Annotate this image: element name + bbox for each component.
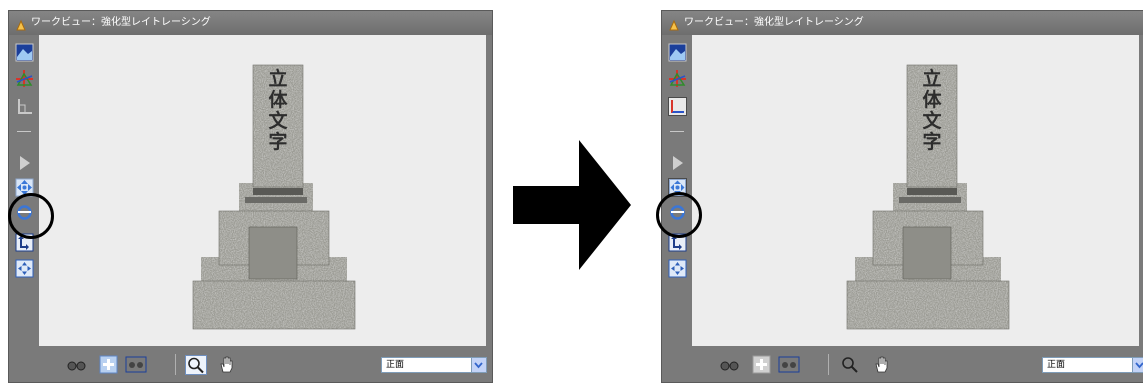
corner-axis-icon[interactable] <box>15 97 34 116</box>
line-icon[interactable] <box>17 131 31 132</box>
corner-axis-icon[interactable] <box>668 97 687 116</box>
work-view-window-after: ワークビュー：強化型レイトレーシング 立 体 文 字 正面 <box>661 10 1143 383</box>
inscription-char-3: 文 <box>922 110 942 132</box>
binocular-icon[interactable] <box>720 355 740 374</box>
hand-pan-icon[interactable] <box>872 355 891 374</box>
line-icon[interactable] <box>670 131 684 132</box>
binocular-icon[interactable] <box>67 355 87 374</box>
highlight-circle-after <box>656 192 702 238</box>
toolbar-divider <box>828 354 829 375</box>
view-bottom-bar: 正面 <box>39 346 492 382</box>
inscription-char-4: 字 <box>268 131 288 153</box>
window-title: ワークビュー：強化型レイトレーシング <box>684 17 864 28</box>
zoom-icon[interactable] <box>840 355 860 374</box>
view-direction-value: 正面 <box>386 360 405 370</box>
view-direction-value: 正面 <box>1047 360 1066 370</box>
inscription-char-2: 体 <box>268 89 288 111</box>
toolbar-divider <box>175 354 176 375</box>
window-titlebar: ワークビュー：強化型レイトレーシング <box>662 11 1143 35</box>
transition-arrow-icon <box>513 140 633 274</box>
chevron-down-icon[interactable] <box>1132 358 1143 372</box>
work-view-window-before: ワークビュー：強化型レイトレーシング 立 体 文 字 正面 <box>8 10 493 383</box>
view-direction-select[interactable]: 正面 <box>1042 357 1143 373</box>
view-direction-select[interactable]: 正面 <box>381 357 487 373</box>
zoom-icon[interactable] <box>185 355 207 375</box>
window-title: ワークビュー：強化型レイトレーシング <box>31 17 211 28</box>
inscription-char-1: 立 <box>922 68 942 90</box>
triangle-icon[interactable] <box>15 153 34 172</box>
view-bottom-bar: 正面 <box>692 346 1143 382</box>
highlight-circle-before <box>8 193 54 239</box>
3d-viewport[interactable]: 立 体 文 字 <box>692 35 1139 346</box>
axis-gizmo-icon[interactable] <box>668 69 687 88</box>
compare-view-icon[interactable] <box>125 355 147 374</box>
add-view-button[interactable] <box>99 355 118 374</box>
fit-view-icon[interactable] <box>15 259 34 278</box>
inscription-char-1: 立 <box>268 68 288 90</box>
triangle-icon[interactable] <box>668 153 687 172</box>
fit-view-icon[interactable] <box>668 259 687 278</box>
3d-viewport[interactable]: 立 体 文 字 <box>39 35 486 346</box>
chevron-down-icon[interactable] <box>471 358 486 372</box>
add-view-button[interactable] <box>752 355 771 374</box>
inscription-char-3: 文 <box>268 110 288 132</box>
inscription-char-2: 体 <box>922 89 942 111</box>
hand-pan-icon[interactable] <box>217 355 236 374</box>
window-titlebar: ワークビュー：強化型レイトレーシング <box>9 11 492 35</box>
compare-view-icon[interactable] <box>778 355 800 374</box>
axis-gizmo-icon[interactable] <box>15 69 34 88</box>
inscription-char-4: 字 <box>922 131 942 153</box>
render-preview-icon[interactable] <box>668 43 687 62</box>
render-preview-icon[interactable] <box>15 43 34 62</box>
